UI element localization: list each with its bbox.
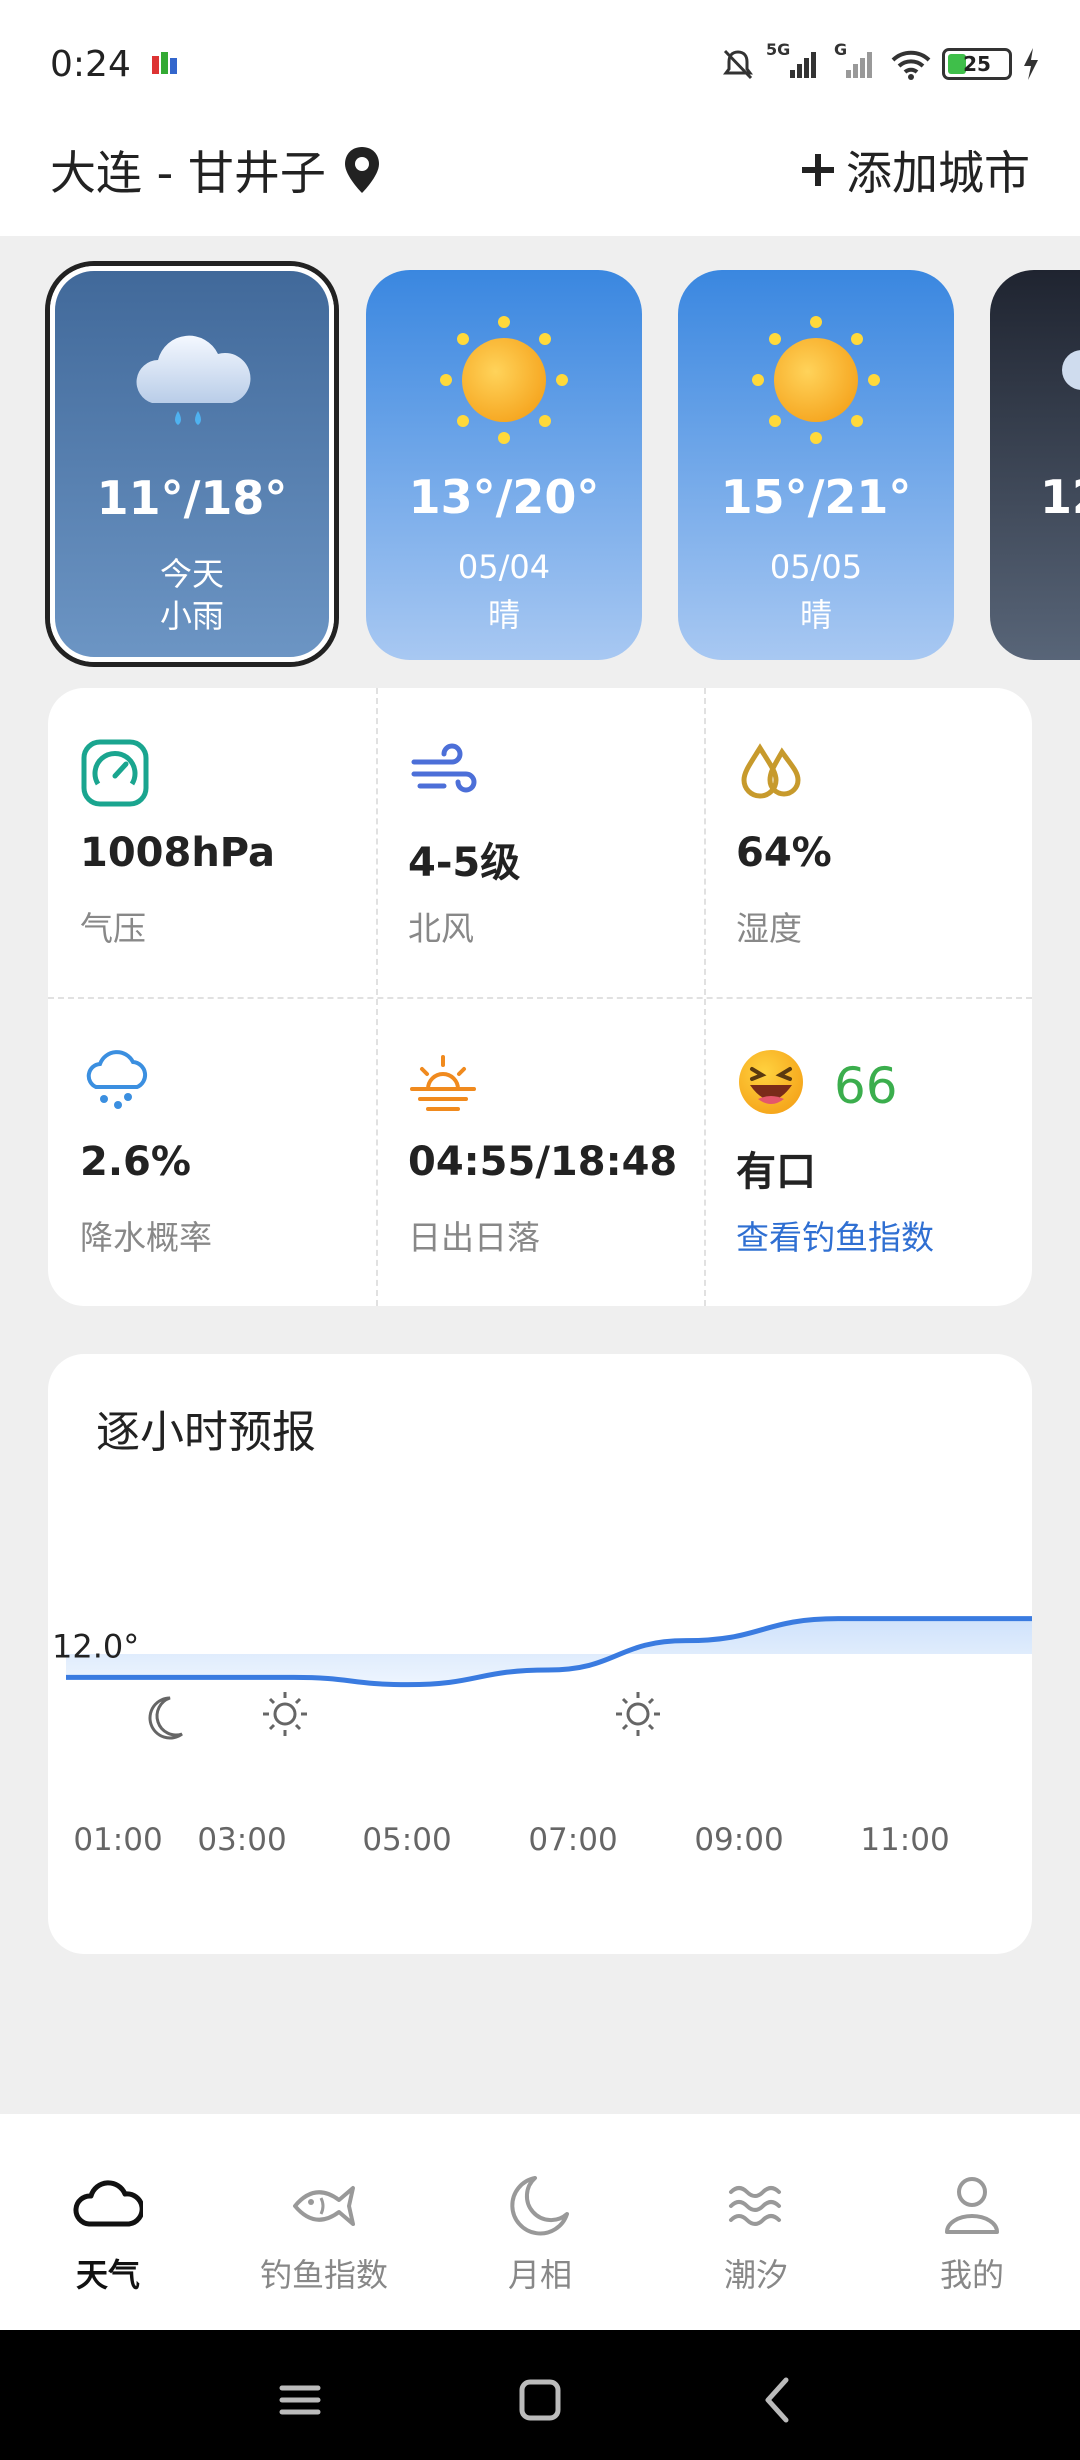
status-icons: 5G G 25 [720,40,1040,84]
forecast-temp: 15°/21° [720,470,912,524]
location-selector[interactable]: 大连 - 甘井子 [50,140,382,200]
moon-icon [148,1696,183,1740]
location-name: 大连 - 甘井子 [50,146,326,200]
forecast-card-0504[interactable]: 13°/20° 05/04 晴 [366,270,642,660]
hourly-chart[interactable]: 12.0° 01:00 03:00 05:00 07:00 09:00 11:00 [48,1354,1032,1954]
nav-moon-label: 月相 [507,2256,572,2294]
forecast-condition: 小雨 [159,597,224,635]
bottom-navigation: 天气 钓鱼指数 月相 潮汐 我的 [0,2114,1080,2330]
app-notification-icon [152,52,177,74]
sunrise-marker [259,1564,311,1654]
nav-tide[interactable]: 潮汐 [648,2114,864,2330]
fishing-index-cell[interactable]: 66 有口 查看钓鱼指数 [704,997,1032,1306]
hourly-forecast-card: 逐小时预报 12.0° 01:00 03:00 05:00 07:00 09:0… [48,1354,1032,1954]
weather-details-panel: 1008hPa 气压 4-5级 北风 64% 湿度 2.6% 降水概率 04:5… [48,688,1032,1306]
hour-label: 03:00 [197,1822,286,1858]
charging-icon [1024,48,1038,80]
cloud-icon [73,2180,143,2227]
wind-label: 北风 [408,909,474,948]
sunrise-sunset-cell: 04:55/18:48 日出日落 [376,997,704,1306]
hour-label: 01:00 [73,1822,162,1858]
current-temp-label: 12.0° [52,1627,139,1665]
fishing-status: 有口 [736,1149,816,1195]
signal-g-icon: G [834,40,880,82]
wind-icon [411,743,477,793]
sunrise-icon [410,1055,476,1111]
nav-weather-label: 天气 [75,2256,140,2294]
hour-label: 07:00 [528,1822,617,1858]
app-header: 大连 - 甘井子 添加城市 [0,130,1080,236]
menu-icon[interactable] [260,2360,340,2440]
sunrise-sunset-value: 04:55/18:48 [408,1139,678,1185]
forecast-card-0505[interactable]: 15°/21° 05/05 晴 [678,270,954,660]
gauge-icon [81,739,149,807]
daily-forecast-carousel[interactable]: 11°/18° 今天 小雨 13°/20° 05/04 晴 15°/21° 05… [0,236,1080,676]
fishing-score: 66 [834,1057,898,1115]
add-city-label: 添加城市 [846,146,1030,200]
nav-tide-label: 潮汐 [723,2256,788,2294]
partial-weather-icon [1062,350,1080,390]
status-bar: 0:24 5G G 25 [0,0,1080,130]
forecast-temp: 13°/20° [408,470,600,524]
battery-icon: 25 [942,48,1012,80]
wind-value: 4-5级 [408,840,521,886]
rain-cloud-outline-icon [86,1050,148,1109]
hour-label: 09:00 [694,1822,783,1858]
precipitation-label: 降水概率 [80,1218,212,1257]
sun-icon [440,316,568,444]
forecast-temp: 12 [1040,470,1080,524]
user-icon [945,2177,999,2234]
battery-level: 25 [963,52,991,76]
forecast-day: 今天 [159,555,224,593]
home-icon[interactable] [500,2360,580,2440]
laughing-emoji-icon [739,1050,803,1114]
forecast-date: 05/04 [457,548,551,586]
nav-fishing-label: 钓鱼指数 [259,2256,388,2294]
system-navigation-bar [0,2330,1080,2460]
hour-label: 11:00 [860,1822,949,1858]
nav-moon-phase[interactable]: 月相 [432,2114,648,2330]
wind-cell: 4-5级 北风 [376,688,704,997]
sunrise-sunset-label: 日出日落 [408,1218,540,1257]
temperature-area [66,1618,1032,1685]
status-time: 0:24 [50,44,131,85]
nav-fishing-index[interactable]: 钓鱼指数 [216,2114,432,2330]
pressure-cell: 1008hPa 气压 [48,688,376,997]
forecast-card-today[interactable]: 11°/18° 今天 小雨 [50,266,334,662]
sun-small-icon [616,1692,660,1736]
forecast-condition: 晴 [799,596,832,634]
rain-cloud-icon [136,335,251,425]
humidity-label: 湿度 [736,909,802,948]
sun-small-icon [263,1692,307,1736]
pressure-value: 1008hPa [80,830,276,876]
mute-bell-icon [723,49,753,80]
location-pin-icon [344,147,379,193]
fish-icon [293,2186,355,2226]
forecast-date: 05/05 [769,548,863,586]
pressure-label: 气压 [80,909,146,948]
nav-profile-label: 我的 [939,2256,1004,2294]
wifi-icon [891,50,931,80]
nav-profile[interactable]: 我的 [864,2114,1080,2330]
precipitation-value: 2.6% [80,1139,191,1185]
signal-5g-icon: 5G [766,40,824,82]
moon-icon [510,2176,569,2236]
nav-weather[interactable]: 天气 [0,2114,216,2330]
view-fishing-index-link[interactable]: 查看钓鱼指数 [736,1211,934,1259]
precipitation-cell: 2.6% 降水概率 [48,997,376,1306]
forecast-temp: 11°/18° [96,471,288,525]
back-icon[interactable] [738,2360,818,2440]
humidity-drops-icon [741,743,801,799]
hour-label: 05:00 [362,1822,451,1858]
waves-icon [729,2186,781,2226]
forecast-card-partial[interactable]: 12 [990,270,1080,660]
sun-icon [752,316,880,444]
add-city-button[interactable]: 添加城市 [798,140,1030,200]
humidity-cell: 64% 湿度 [704,688,1032,997]
forecast-condition: 晴 [487,596,520,634]
plus-icon [802,154,834,186]
humidity-value: 64% [736,830,832,876]
